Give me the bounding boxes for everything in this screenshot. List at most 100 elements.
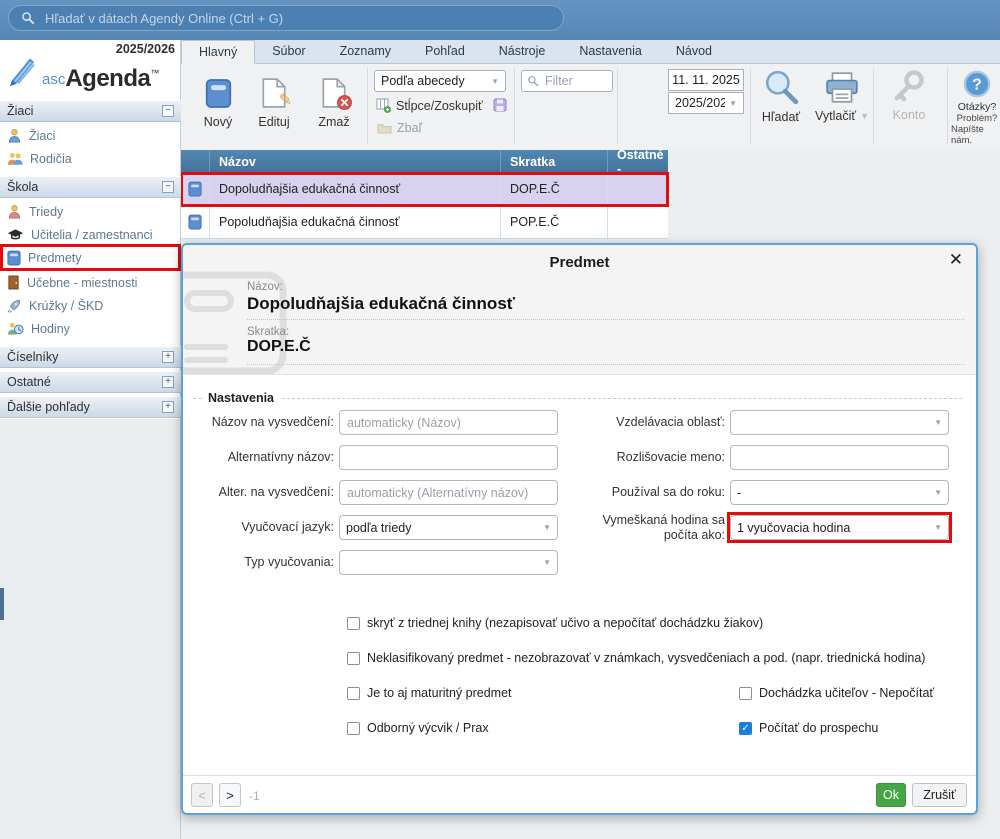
search-button[interactable]: Hľadať bbox=[753, 69, 809, 124]
cancel-button[interactable]: Zrušiť bbox=[912, 783, 967, 807]
checkbox-icon[interactable] bbox=[739, 687, 752, 700]
dialog-title: Predmet bbox=[183, 254, 976, 271]
checkbox-neklasifikovany-predmet[interactable]: Neklasifikovaný predmet - nezobrazovať v… bbox=[347, 651, 925, 665]
school-year-dropdown[interactable]: 2025/2026 bbox=[668, 92, 744, 114]
tab-nastroje[interactable]: Nástroje bbox=[482, 40, 563, 63]
sidebar-section-dalsie-pohlady[interactable]: Ďalšie pohľady + bbox=[0, 396, 181, 418]
help-button[interactable]: Otázky? Problém? Napíšte nám. bbox=[951, 70, 1000, 146]
current-date-box[interactable]: 11. 11. 2025 bbox=[668, 69, 744, 91]
field-label: Vzdelávacia oblasť: bbox=[590, 415, 725, 429]
sidebar-item-ucitelia[interactable]: Učitelia / zamestnanci bbox=[0, 223, 181, 246]
checkbox-icon[interactable] bbox=[347, 652, 360, 665]
next-record-button[interactable]: > bbox=[219, 783, 241, 807]
chevron-down-icon bbox=[934, 523, 942, 532]
sort-dropdown-value: Podľa abecedy bbox=[381, 74, 487, 88]
class-icon bbox=[7, 204, 22, 219]
filter-box[interactable] bbox=[521, 70, 613, 92]
book-icon bbox=[188, 214, 202, 230]
column-header-ostatne[interactable]: Ostatné - bbox=[608, 150, 668, 173]
checkbox-dochadzka-ucitelov[interactable]: Dochádzka učiteľov - Nepočítať bbox=[739, 686, 934, 700]
table-row[interactable]: Dopoludňajšia edukačná činnosť DOP.E.Č bbox=[181, 173, 668, 206]
checkbox-icon[interactable] bbox=[347, 687, 360, 700]
edit-button[interactable]: ✎ Edituj bbox=[247, 69, 301, 145]
vyucovaci-jazyk-dropdown[interactable]: podľa triedy bbox=[339, 515, 558, 540]
vymeskana-hodina-dropdown[interactable]: 1 vyučovacia hodina bbox=[730, 515, 949, 540]
floppy-icon bbox=[493, 98, 507, 112]
alter-na-vysvedceni-input[interactable] bbox=[339, 480, 558, 505]
filter-input[interactable] bbox=[543, 73, 607, 89]
search-icon bbox=[21, 11, 35, 25]
help-line: Napíšte nám. bbox=[951, 124, 1000, 146]
checkbox-icon[interactable] bbox=[347, 722, 360, 735]
alternativny-nazov-input[interactable] bbox=[339, 445, 558, 470]
logo-asc-text: asc bbox=[42, 72, 65, 87]
graduation-cap-icon bbox=[7, 228, 24, 242]
column-header-skratka[interactable]: Skratka bbox=[501, 150, 608, 173]
icon-column-header[interactable] bbox=[181, 150, 210, 173]
sidebar-item-triedy[interactable]: Triedy bbox=[0, 200, 181, 223]
global-search-input[interactable] bbox=[43, 10, 553, 27]
field-typ-vyucovania: Typ vyučovania: bbox=[209, 550, 558, 575]
parents-icon bbox=[7, 151, 23, 166]
collapse-icon[interactable]: − bbox=[162, 181, 174, 193]
expand-icon[interactable]: + bbox=[162, 401, 174, 413]
checkbox-odborny-vycvik[interactable]: Odborný výcvik / Prax bbox=[347, 721, 489, 735]
global-search[interactable] bbox=[8, 5, 564, 31]
checkbox-maturitny-predmet[interactable]: Je to aj maturitný predmet bbox=[347, 686, 512, 700]
sidebar-item-label: Žiaci bbox=[29, 129, 55, 143]
sidebar-item-ucebne[interactable]: Učebne - miestnosti bbox=[0, 271, 181, 294]
typ-vyucovania-dropdown[interactable] bbox=[339, 550, 558, 575]
nazov-na-vysvedceni-input[interactable] bbox=[339, 410, 558, 435]
sidebar-item-ziaci[interactable]: Žiaci bbox=[0, 124, 181, 147]
table-row[interactable]: Popoludňajšia edukačná činnosť POP.E.Č bbox=[181, 206, 668, 239]
pen-logo-icon bbox=[6, 56, 40, 90]
sort-dropdown[interactable]: Podľa abecedy bbox=[374, 70, 506, 92]
tab-zoznamy[interactable]: Zoznamy bbox=[323, 40, 408, 63]
sidebar-section-ostatne[interactable]: Ostatné + bbox=[0, 371, 181, 393]
checkbox-icon[interactable] bbox=[347, 617, 360, 630]
sidebar-item-hodiny[interactable]: Hodiny bbox=[0, 317, 181, 340]
ok-button[interactable]: Ok bbox=[876, 783, 906, 807]
sidebar-section-ciselniky[interactable]: Číselníky + bbox=[0, 346, 181, 368]
tab-subor[interactable]: Súbor bbox=[255, 40, 322, 63]
pouzival-sa-do-roku-dropdown[interactable]: - bbox=[730, 480, 949, 505]
tab-pohlad[interactable]: Pohľad bbox=[408, 40, 482, 63]
nazov-label: Názov: bbox=[247, 281, 283, 293]
magnifier-icon bbox=[763, 69, 799, 105]
expand-icon[interactable]: + bbox=[162, 351, 174, 363]
skratka-value[interactable]: DOP.E.Č bbox=[247, 338, 311, 356]
nazov-value[interactable]: Dopoludňajšia edukačná činnosť bbox=[247, 294, 515, 314]
field-vymeskana-hodina: Vymeškaná hodina sa počíta ako: 1 vyučov… bbox=[590, 515, 949, 540]
checkbox-label: Neklasifikovaný predmet - nezobrazovať v… bbox=[367, 651, 925, 665]
print-dropdown-icon[interactable] bbox=[860, 111, 869, 121]
columns-group-button[interactable]: Stĺpce/Zoskupiť bbox=[376, 98, 483, 113]
sidebar-item-label: Krúžky / ŠKD bbox=[29, 299, 103, 313]
vzdelavacia-oblast-dropdown[interactable] bbox=[730, 410, 949, 435]
tab-navod[interactable]: Návod bbox=[659, 40, 729, 63]
tab-nastavenia[interactable]: Nastavenia bbox=[562, 40, 659, 63]
checkbox-checked-icon[interactable]: ✓ bbox=[739, 722, 752, 735]
sidebar-item-kruzky[interactable]: Krúžky / ŠKD bbox=[0, 294, 181, 317]
section-label: Ostatné bbox=[7, 375, 51, 389]
column-header-nazov[interactable]: Názov bbox=[210, 150, 501, 173]
sidebar-item-predmety[interactable]: Predmety bbox=[0, 246, 181, 269]
sidebar-item-rodicia[interactable]: Rodičia bbox=[0, 147, 181, 170]
cell-skratka: DOP.E.Č bbox=[501, 173, 608, 206]
expand-icon[interactable]: + bbox=[162, 376, 174, 388]
new-button[interactable]: Nový bbox=[191, 69, 245, 145]
close-icon[interactable]: ✕ bbox=[949, 251, 963, 268]
collapse-rows-button[interactable]: Zbaľ bbox=[377, 121, 422, 135]
collapsed-panel-handle[interactable] bbox=[0, 588, 4, 620]
sidebar-section-ziaci[interactable]: Žiaci − bbox=[0, 100, 181, 122]
prev-record-button[interactable]: < bbox=[191, 783, 213, 807]
tab-hlavny[interactable]: Hlavný bbox=[181, 40, 255, 64]
checkbox-skryt-z-triednej-knihy[interactable]: skryť z triednej knihy (nezapisovať učiv… bbox=[347, 616, 763, 630]
collapse-icon[interactable]: − bbox=[162, 105, 174, 117]
print-button[interactable]: Vytlačiť bbox=[809, 69, 875, 123]
save-layout-button[interactable] bbox=[493, 98, 507, 115]
account-button[interactable]: Konto bbox=[881, 69, 937, 122]
sidebar-section-skola[interactable]: Škola − bbox=[0, 176, 181, 198]
rozlisovacie-meno-input[interactable] bbox=[730, 445, 949, 470]
checkbox-pocitat-do-prospechu[interactable]: ✓ Počítať do prospechu bbox=[739, 721, 878, 735]
delete-button[interactable]: Zmaž bbox=[307, 69, 361, 145]
